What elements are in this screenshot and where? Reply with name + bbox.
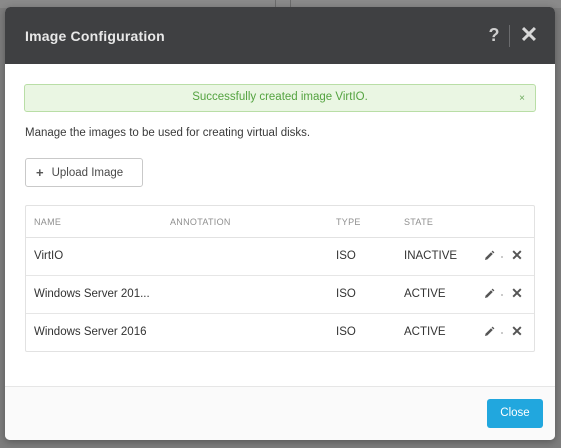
table-header: NAME ANNOTATION TYPE STATE: [26, 206, 534, 238]
dialog-title: Image Configuration: [25, 27, 165, 44]
edit-pencil-icon[interactable]: [483, 250, 495, 262]
image-type: ISO: [336, 288, 356, 300]
image-state: INACTIVE: [404, 250, 458, 262]
image-configuration-dialog: Image Configuration ? ✕ Successfully cre…: [5, 7, 555, 440]
success-alert: Successfully created image VirtIO. ×: [24, 84, 536, 112]
edit-pencil-icon[interactable]: [483, 326, 495, 338]
dialog-description: Manage the images to be used for creatin…: [25, 127, 311, 139]
upload-image-button[interactable]: + Upload Image: [25, 158, 143, 187]
column-header-type[interactable]: TYPE: [336, 217, 361, 227]
close-icon[interactable]: ✕: [519, 24, 539, 46]
dialog-header: Image Configuration ? ✕: [5, 7, 555, 64]
image-type: ISO: [336, 250, 356, 262]
help-icon[interactable]: ?: [485, 24, 503, 46]
edit-pencil-icon[interactable]: [483, 288, 495, 300]
image-type: ISO: [336, 326, 356, 338]
plus-icon: +: [36, 165, 44, 180]
delete-icon[interactable]: ✕: [511, 286, 523, 300]
alert-message: Successfully created image VirtIO.: [192, 91, 368, 103]
delete-icon[interactable]: ✕: [511, 324, 523, 338]
column-header-annotation[interactable]: ANNOTATION: [170, 217, 231, 227]
image-name: VirtIO: [34, 250, 64, 262]
column-header-state[interactable]: STATE: [404, 217, 433, 227]
image-state: ACTIVE: [404, 326, 446, 338]
table-row: Windows Server 201... ISO ACTIVE ✕: [26, 276, 534, 314]
image-state: ACTIVE: [404, 288, 446, 300]
action-separator: [501, 332, 503, 334]
image-name: Windows Server 201...: [34, 288, 150, 300]
table-row: VirtIO ISO INACTIVE ✕: [26, 238, 534, 276]
images-table: NAME ANNOTATION TYPE STATE VirtIO ISO IN…: [25, 205, 535, 352]
image-name: Windows Server 2016: [34, 326, 147, 338]
column-header-name[interactable]: NAME: [34, 217, 61, 227]
delete-icon[interactable]: ✕: [511, 248, 523, 262]
action-separator: [501, 294, 503, 296]
table-row: Windows Server 2016 ISO ACTIVE ✕: [26, 314, 534, 352]
alert-dismiss-icon[interactable]: ×: [519, 94, 525, 104]
dialog-footer: Close: [5, 386, 555, 440]
upload-image-label: Upload Image: [51, 166, 124, 179]
close-button[interactable]: Close: [487, 399, 543, 428]
action-separator: [501, 256, 503, 258]
header-divider: [509, 25, 510, 47]
